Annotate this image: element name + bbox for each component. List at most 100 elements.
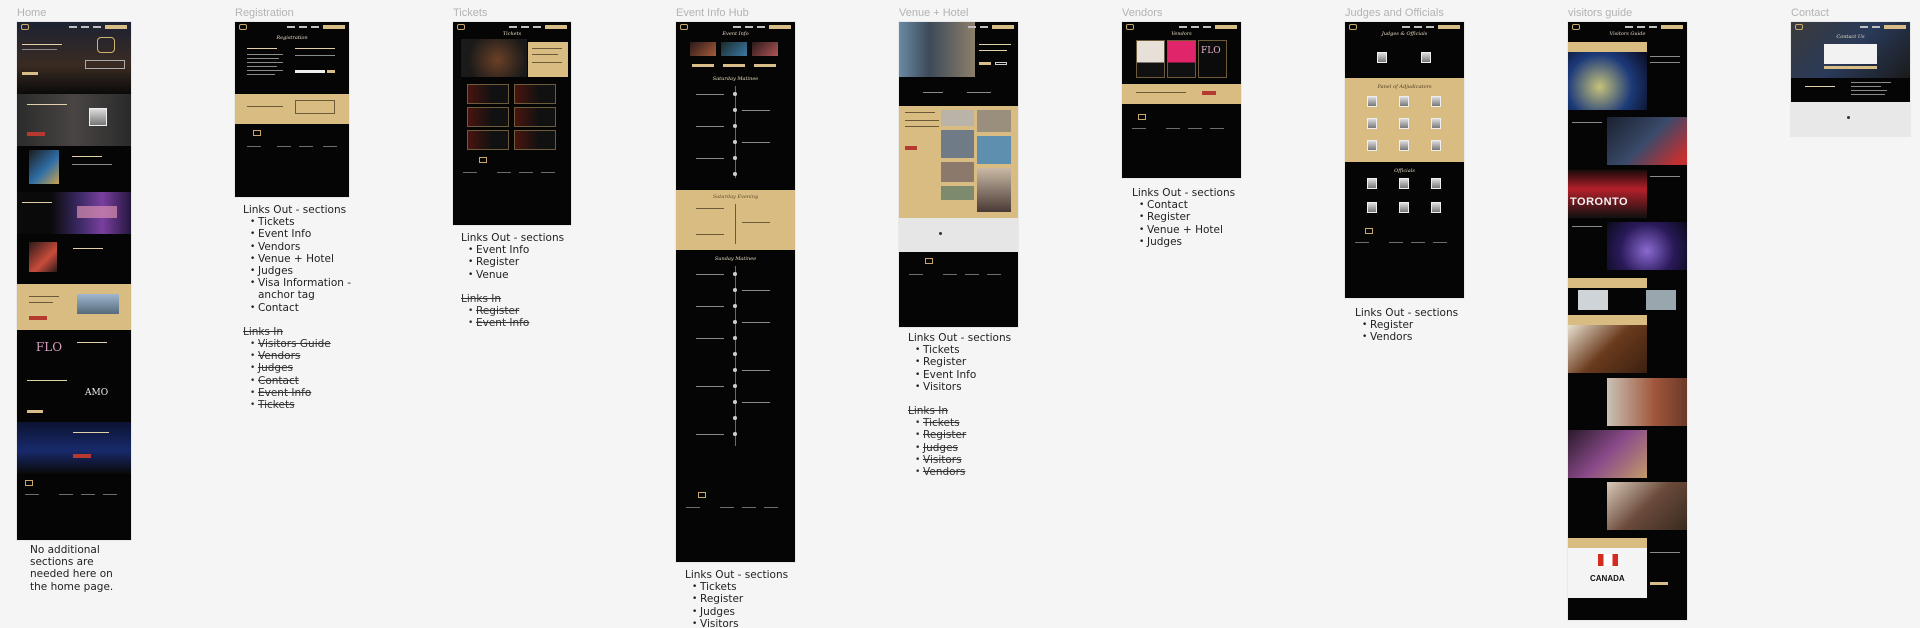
hotel-button[interactable]	[29, 316, 47, 320]
ticket-card[interactable]	[467, 107, 509, 127]
page-thumbnail-tickets[interactable]: Tickets	[453, 22, 571, 225]
links-in-item: Register	[468, 305, 571, 317]
page-thumbnail-home[interactable]: FLO AMO	[17, 22, 131, 540]
page-thumbnail-registration[interactable]: Registration	[235, 22, 349, 197]
toronto-button[interactable]	[73, 454, 91, 458]
restaurant-interior-image	[1568, 430, 1647, 478]
links-in-title: Links In	[243, 325, 284, 338]
ticket-card[interactable]	[467, 130, 509, 150]
links-in-item: Vendors	[915, 466, 1018, 478]
toronto-sign-text: TORONTO	[1570, 196, 1629, 208]
page-thumbnail-visitors-guide[interactable]: Visitors Guide TORONTO CANADA	[1568, 22, 1687, 620]
ticket-card[interactable]	[467, 84, 509, 104]
register-cta[interactable]	[545, 25, 567, 29]
vendor-card[interactable]	[1136, 40, 1165, 78]
dining-image	[1568, 325, 1647, 373]
nav-bar[interactable]	[899, 22, 1018, 32]
event-card-button[interactable]	[723, 64, 745, 67]
register-cta[interactable]	[1884, 25, 1906, 29]
links-out-item: Contact	[250, 302, 353, 314]
register-cta[interactable]	[323, 25, 345, 29]
map[interactable]	[1791, 102, 1910, 136]
note-text: No additional sections are needed here o…	[30, 544, 114, 593]
directions-button[interactable]	[995, 62, 1007, 65]
apply-button[interactable]	[327, 70, 335, 73]
vendor-card[interactable]: FLO	[1198, 40, 1227, 78]
section-heading-script: Officials	[1394, 168, 1415, 174]
frame-label-event-info-hub: Event Info Hub	[676, 7, 749, 19]
footer	[899, 252, 1018, 327]
links-out-item: Judges	[1139, 236, 1242, 248]
register-cta[interactable]	[1438, 25, 1460, 29]
register-cta[interactable]	[1661, 25, 1683, 29]
design-board: Home FLO AMO No additional sections are …	[0, 0, 1920, 628]
casa-loma-image	[1568, 52, 1647, 110]
book-room-button[interactable]	[905, 146, 917, 150]
saturday-evening-section: Saturday Evening	[676, 190, 795, 250]
register-cta[interactable]	[769, 25, 791, 29]
page-heading-script: Visitors Guide	[1609, 31, 1646, 37]
rooms-suites-section	[899, 106, 1018, 218]
page-thumbnail-venue-hotel[interactable]	[899, 22, 1018, 327]
page-thumbnail-contact[interactable]: Contact Us	[1791, 22, 1910, 136]
promo-code-input[interactable]	[295, 70, 325, 73]
links-out-list: Event Info Register Venue	[461, 244, 571, 281]
send-message-button[interactable]	[1824, 66, 1877, 69]
frame-label-visitors-guide: visitors guide	[1568, 7, 1633, 19]
countdown-timer	[85, 60, 125, 69]
hotel-section	[17, 284, 131, 330]
market-image	[1607, 482, 1687, 530]
page-thumbnail-event-info-hub[interactable]: Event Info Saturday Matinee Saturday Eve…	[676, 22, 795, 562]
annotation-vendors: Links Out - sections Contact Register Ve…	[1132, 187, 1242, 248]
register-cta[interactable]	[105, 25, 127, 29]
gala-image	[461, 39, 527, 77]
ticket-card[interactable]	[514, 107, 556, 127]
featured-button[interactable]	[27, 132, 45, 136]
vendor-card[interactable]	[1167, 40, 1196, 78]
official-portrait	[1431, 178, 1441, 189]
ticket-card[interactable]	[514, 84, 556, 104]
page-thumbnail-judges-officials[interactable]: Judges & Officials Panel of Adjudicators…	[1345, 22, 1464, 298]
visa-info-button[interactable]	[1650, 582, 1668, 585]
frame-label-tickets: Tickets	[453, 7, 488, 19]
adjudicator-portrait	[1431, 140, 1441, 151]
adjudicator-portrait	[1431, 96, 1441, 107]
nav-bar[interactable]	[17, 22, 131, 32]
event-card-button[interactable]	[692, 64, 714, 67]
page-thumbnail-vendors[interactable]: Vendors FLO	[1122, 22, 1241, 178]
nav-bar[interactable]	[1791, 22, 1910, 32]
annotation-home: No additional sections are needed here o…	[30, 544, 120, 593]
map[interactable]	[899, 218, 1018, 252]
gala-info-card	[528, 42, 568, 77]
george-restaurant-image	[1607, 378, 1687, 426]
dancers-image	[29, 150, 59, 184]
links-out-title: Links Out - sections	[1355, 307, 1459, 319]
links-out-item: Judges	[250, 265, 353, 277]
links-in-item: Judges	[915, 442, 1018, 454]
hot-in-havana-banner	[17, 192, 131, 234]
hero-button[interactable]	[22, 72, 38, 75]
footer-logo-icon	[253, 130, 261, 136]
event-card-image	[721, 42, 747, 56]
vendors-flo-section: FLO	[17, 330, 131, 370]
logo-icon	[1349, 24, 1357, 30]
event-card-image	[690, 42, 716, 56]
payment-box	[295, 100, 335, 114]
book-button[interactable]	[979, 62, 991, 65]
nav-bar[interactable]	[235, 22, 349, 32]
schedule-heading: Sunday Matinee	[714, 256, 757, 262]
footer-logo-icon	[25, 480, 33, 486]
hotel-image	[77, 294, 119, 314]
links-in-list: Tickets Register Judges Visitors Vendors	[908, 417, 1018, 478]
amo-button[interactable]	[27, 410, 43, 413]
contact-form[interactable]	[1824, 44, 1877, 64]
event-card-button[interactable]	[754, 64, 776, 67]
vendor-apply-button[interactable]	[1202, 91, 1216, 95]
frame-label-home: Home	[17, 7, 47, 19]
links-out-title: Links Out - sections	[461, 232, 565, 244]
register-cta[interactable]	[1215, 25, 1237, 29]
ticket-card[interactable]	[514, 130, 556, 150]
register-cta[interactable]	[992, 25, 1014, 29]
links-out-item: Venue + Hotel	[1139, 224, 1242, 236]
frame-label-vendors: Vendors	[1122, 7, 1163, 19]
